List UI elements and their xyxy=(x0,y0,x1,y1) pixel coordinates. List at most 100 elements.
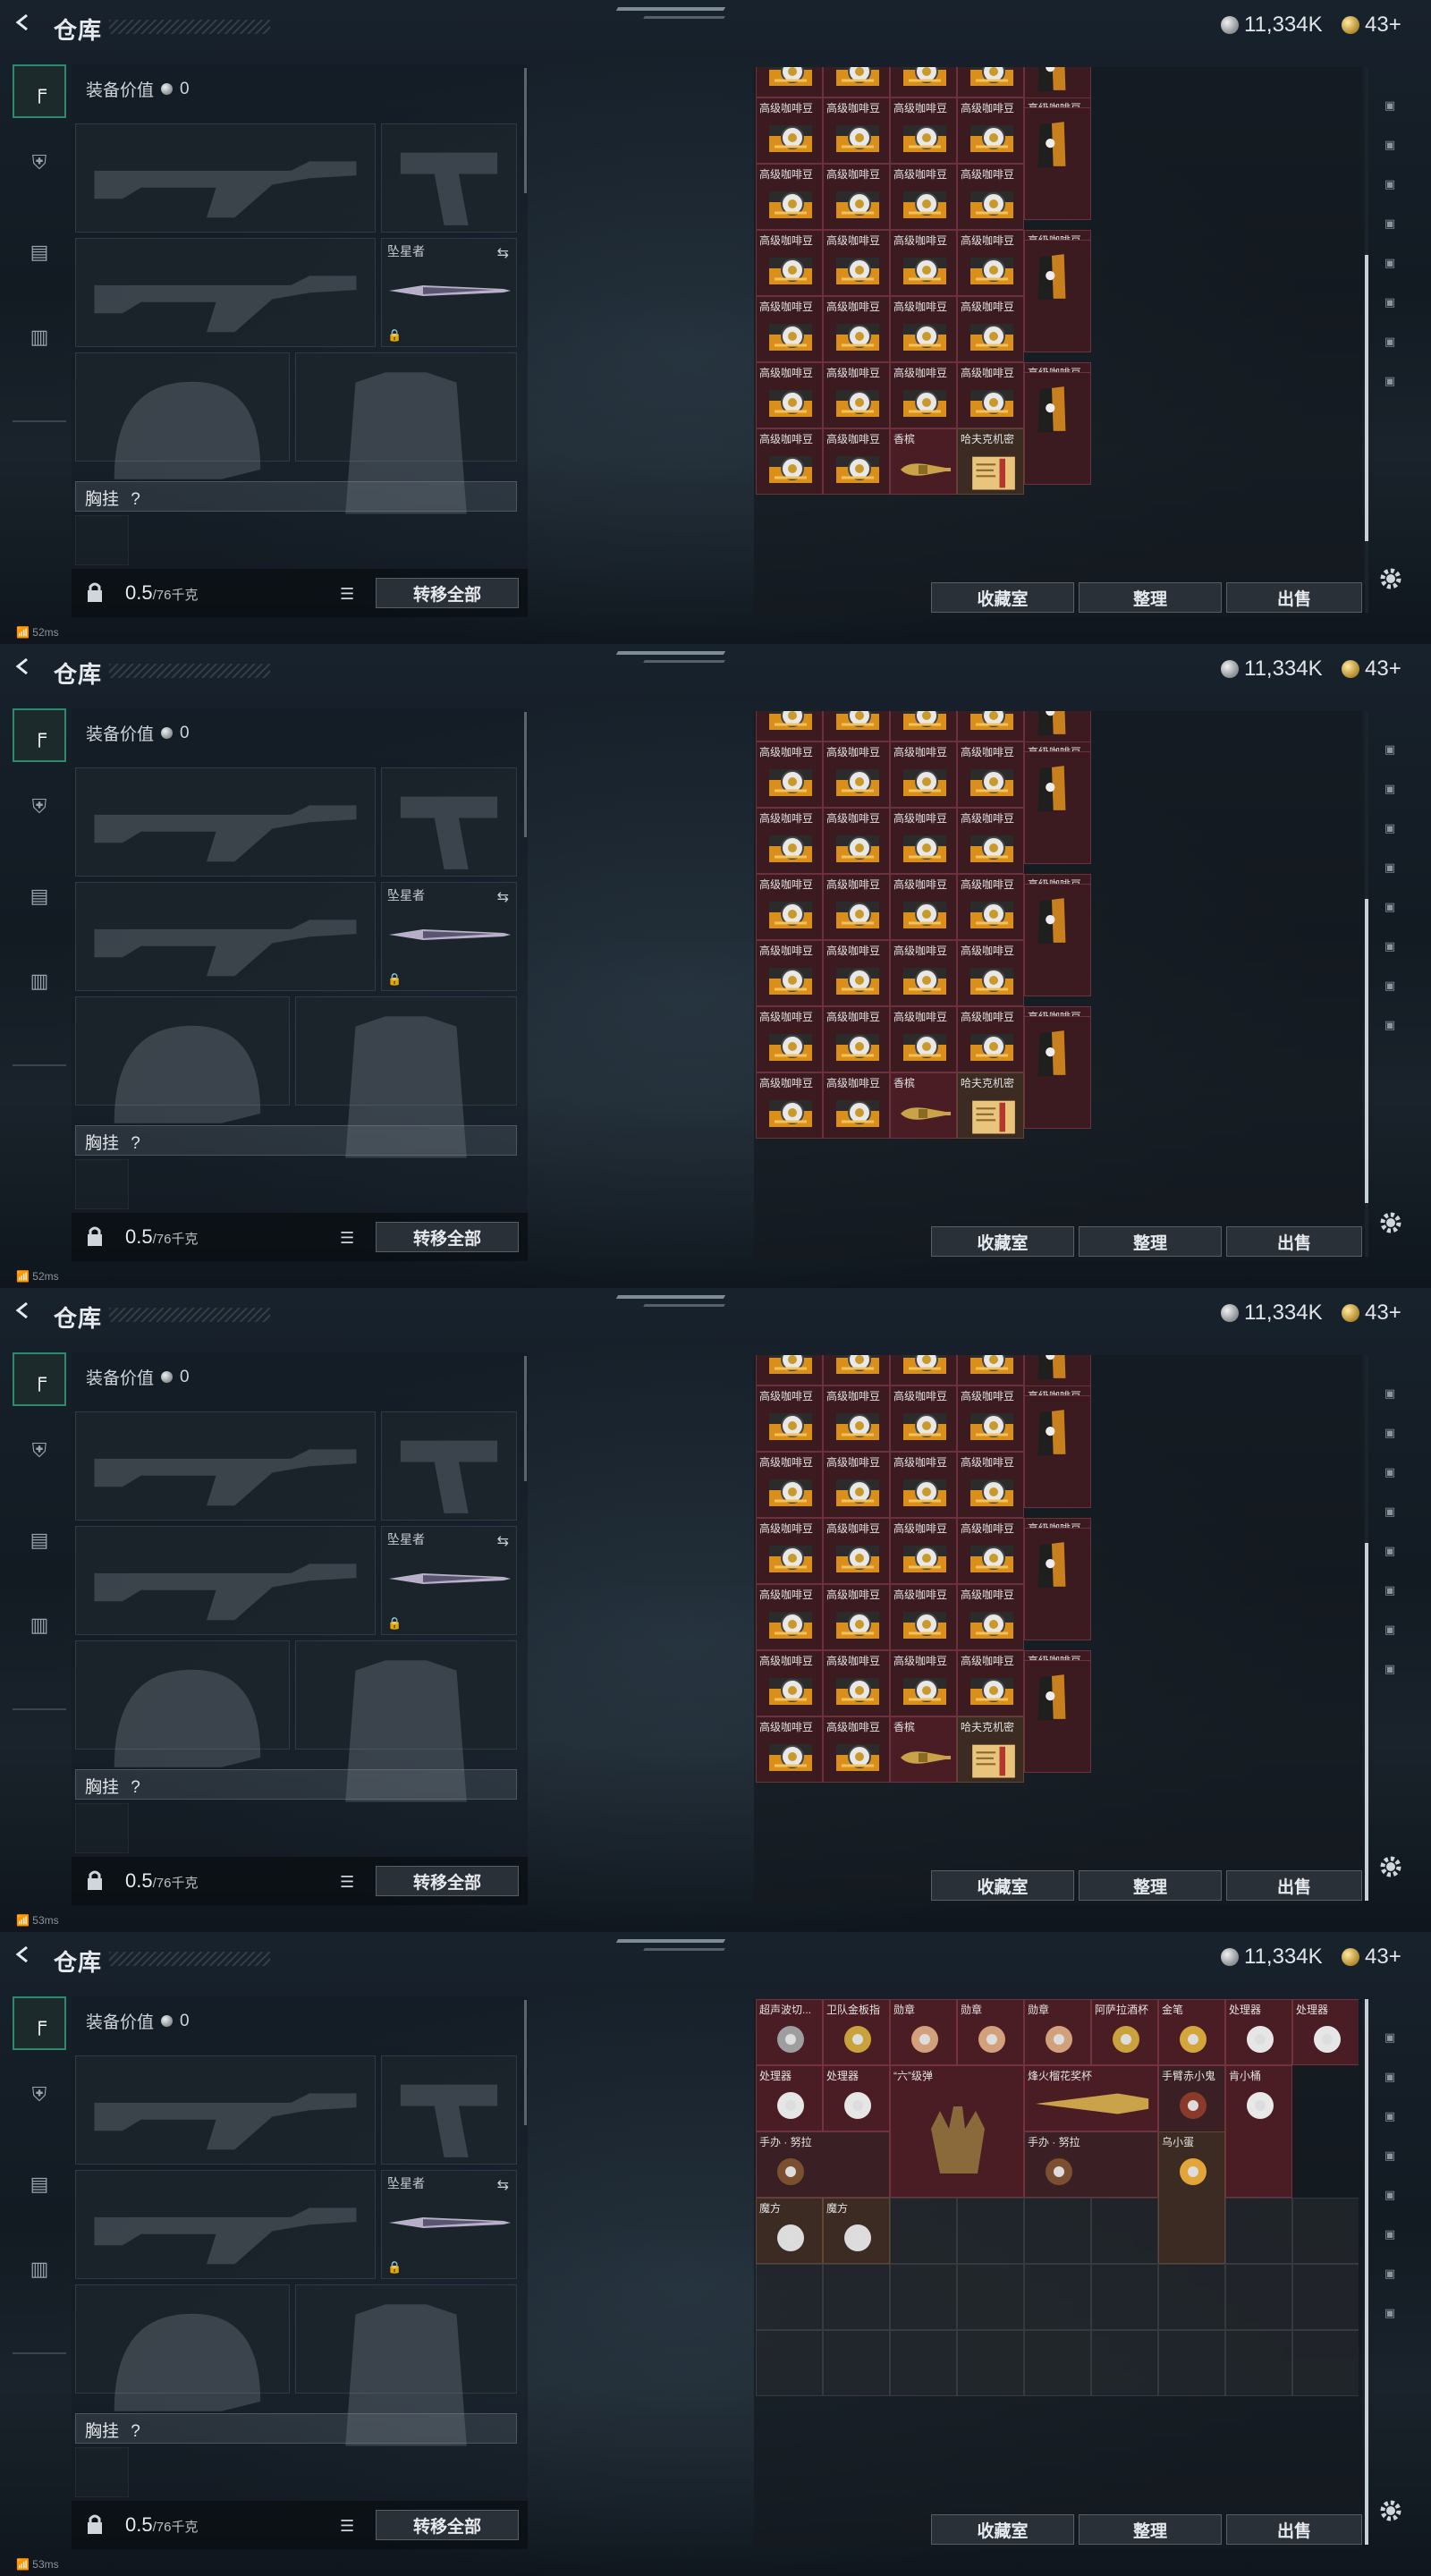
grid-cell[interactable] xyxy=(890,67,957,97)
melee-slot[interactable]: 坠星者 ⇆ 🔒 xyxy=(381,2170,517,2279)
grid-cell[interactable]: 高级咖啡豆 xyxy=(756,230,823,296)
tab-weapons[interactable]: ╒ xyxy=(13,1996,66,2050)
empty-cell[interactable] xyxy=(1024,2264,1091,2330)
helmet-slot[interactable] xyxy=(75,996,290,1123)
grid-cell[interactable]: 高级咖啡豆 xyxy=(756,1385,823,1452)
scroll-thumb[interactable] xyxy=(1365,1999,1368,2545)
sell-button[interactable]: 出售 xyxy=(1226,582,1362,613)
pistol-slot[interactable] xyxy=(381,767,517,877)
grid-cell[interactable]: 高级咖啡豆 xyxy=(890,940,957,1006)
tab-armor[interactable]: ⛨ xyxy=(13,780,66,834)
grid-cell[interactable] xyxy=(890,1355,957,1385)
tab-bag[interactable]: ▥ xyxy=(13,2242,66,2296)
grid-cell[interactable] xyxy=(1024,240,1091,352)
tab-tasks[interactable]: ▤ xyxy=(13,1513,66,1567)
empty-cell[interactable] xyxy=(1292,2330,1359,2396)
gold-currency[interactable]: 43+ xyxy=(1342,657,1401,682)
chest-rig-bar[interactable]: 胸挂 ? xyxy=(75,481,517,512)
pistol-slot[interactable] xyxy=(381,123,517,233)
tab-armor[interactable]: ⛨ xyxy=(13,2068,66,2122)
grid-cell[interactable]: 勋章 xyxy=(1024,1999,1091,2065)
grid-cell[interactable]: 高级咖啡豆 xyxy=(890,874,957,940)
gear-icon[interactable] xyxy=(1377,565,1404,592)
empty-cell[interactable] xyxy=(1225,2264,1292,2330)
empty-cell[interactable] xyxy=(890,2264,957,2330)
stash-grid[interactable]: 高级咖啡豆 高级咖啡豆 高级咖啡豆 高级咖啡豆 高级咖啡豆 高级咖啡豆 高级咖啡… xyxy=(754,711,1359,1158)
scroll-thumb[interactable] xyxy=(1365,1543,1368,1901)
armor-slot[interactable] xyxy=(295,1640,517,1802)
tab-weapons[interactable]: ╒ xyxy=(13,1352,66,1406)
grid-cell[interactable]: 高级咖啡豆 xyxy=(957,230,1024,296)
grid-cell[interactable]: 高级咖啡豆 xyxy=(756,741,823,808)
grid-cell[interactable] xyxy=(957,711,1024,741)
tv-icon[interactable]: ▣ xyxy=(1372,286,1408,318)
empty-cell[interactable] xyxy=(957,2198,1024,2264)
gold-currency[interactable]: 43+ xyxy=(1342,1301,1401,1326)
grid-cell[interactable]: 高级咖啡豆 xyxy=(756,428,823,495)
swap-icon[interactable]: ⇆ xyxy=(497,888,509,906)
grid-cell[interactable]: 高级咖啡豆 xyxy=(890,1518,957,1584)
grid-cell[interactable]: 哈夫克机密 xyxy=(957,1072,1024,1139)
stash-scrollbar[interactable] xyxy=(1365,711,1368,1257)
empty-cell[interactable] xyxy=(957,2330,1024,2396)
tv-icon[interactable]: ▣ xyxy=(1372,208,1408,240)
list-icon[interactable]: ☰ xyxy=(340,585,354,604)
tv-icon[interactable]: ▣ xyxy=(1372,365,1408,397)
chest-slot[interactable] xyxy=(75,515,129,565)
grid-cell[interactable]: 高级咖啡豆 xyxy=(756,874,823,940)
tv-icon[interactable]: ▣ xyxy=(1372,1574,1408,1606)
tv-icon[interactable]: ▣ xyxy=(1372,891,1408,923)
grid-cell[interactable]: 高级咖啡豆 xyxy=(957,1584,1024,1650)
grid-cell[interactable]: 金笔 xyxy=(1158,1999,1225,2065)
melee-slot[interactable]: 坠星者 ⇆ 🔒 xyxy=(381,238,517,347)
back-arrow-icon[interactable] xyxy=(13,13,32,32)
tv-icon[interactable]: ▣ xyxy=(1372,970,1408,1002)
helmet-slot[interactable] xyxy=(75,1640,290,1767)
grid-cell[interactable]: 哈夫克机密 xyxy=(957,428,1024,495)
stash-scrollbar[interactable] xyxy=(1365,67,1368,613)
grid-cell[interactable]: 高级咖啡豆 xyxy=(756,1584,823,1650)
stash-scrollbar[interactable] xyxy=(1365,1999,1368,2545)
tab-weapons[interactable]: ╒ xyxy=(13,64,66,118)
gear-icon[interactable] xyxy=(1377,1853,1404,1880)
tab-armor[interactable]: ⛨ xyxy=(13,1424,66,1478)
tv-icon[interactable]: ▣ xyxy=(1372,2258,1408,2290)
stash-grid[interactable]: 高级咖啡豆 高级咖啡豆 高级咖啡豆 高级咖啡豆 高级咖啡豆 高级咖啡豆 高级咖啡… xyxy=(754,67,1359,514)
grid-cell[interactable]: 高级咖啡豆 xyxy=(823,1518,890,1584)
tv-icon[interactable]: ▣ xyxy=(1372,812,1408,844)
tv-icon[interactable]: ▣ xyxy=(1372,1653,1408,1685)
grid-cell[interactable]: 高级咖啡豆 xyxy=(756,1650,823,1716)
collection-button[interactable]: 收藏室 xyxy=(931,582,1074,613)
grid-cell[interactable]: 高级咖啡豆 xyxy=(823,1385,890,1452)
stash-icon[interactable]: ▣ xyxy=(1372,2061,1408,2093)
equipment-scrollbar[interactable] xyxy=(524,68,527,193)
tv-icon[interactable]: ▣ xyxy=(1372,2179,1408,2211)
grid-cell[interactable] xyxy=(1024,1016,1091,1129)
grid-cell[interactable]: 高级咖啡豆 xyxy=(756,296,823,362)
grid-cell[interactable]: 高级咖啡豆 xyxy=(957,1006,1024,1072)
empty-cell[interactable] xyxy=(890,2198,957,2264)
grid-cell[interactable]: 高级咖啡豆 xyxy=(890,1006,957,1072)
grid-cell[interactable]: 高级咖啡豆 xyxy=(823,808,890,874)
empty-cell[interactable] xyxy=(1091,2198,1158,2264)
stash-scrollbar[interactable] xyxy=(1365,1355,1368,1901)
tv-icon[interactable]: ▣ xyxy=(1372,1009,1408,1041)
melee-slot[interactable]: 坠星者 ⇆ 🔒 xyxy=(381,1526,517,1635)
grid-cell[interactable] xyxy=(890,711,957,741)
tv-icon[interactable]: ▣ xyxy=(1372,2100,1408,2132)
tab-bag[interactable]: ▥ xyxy=(13,954,66,1008)
grid-cell[interactable]: 高级咖啡豆 xyxy=(756,1716,823,1783)
grid-cell[interactable]: 高级咖啡豆 xyxy=(890,1584,957,1650)
chest-rig-bar[interactable]: 胸挂 ? xyxy=(75,1769,517,1800)
melee-slot[interactable]: 坠星者 ⇆ 🔒 xyxy=(381,882,517,991)
primary-weapon-slot[interactable] xyxy=(75,1411,376,1521)
tab-bag[interactable]: ▥ xyxy=(13,310,66,364)
grid-cell[interactable]: 高级咖啡豆 xyxy=(890,741,957,808)
grid-cell[interactable]: 高级咖啡豆 xyxy=(957,1650,1024,1716)
tv-icon[interactable]: ▣ xyxy=(1372,2297,1408,2329)
tv-icon[interactable]: ▣ xyxy=(1372,1496,1408,1528)
equipment-scrollbar[interactable] xyxy=(524,712,527,837)
empty-cell[interactable] xyxy=(1225,2330,1292,2396)
tab-armor[interactable]: ⛨ xyxy=(13,136,66,190)
grid-cell[interactable]: 哈夫克机密 xyxy=(957,1716,1024,1783)
